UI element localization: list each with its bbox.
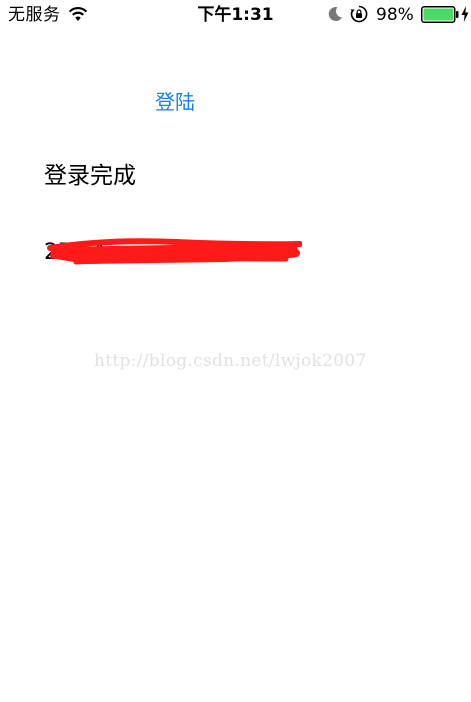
battery-percentage: 98% [376, 5, 414, 25]
rotation-lock-icon [350, 5, 368, 23]
status-bar: 无服务 下午1:31 98% [0, 0, 471, 30]
battery-icon [421, 6, 459, 23]
token-label: 2F 54… [44, 236, 344, 270]
charging-bolt-icon [461, 6, 469, 22]
login-status-message: 登录完成 [44, 163, 136, 189]
login-button[interactable]: 登陆 [140, 86, 210, 118]
moon-icon [328, 6, 342, 21]
redaction-scribble [47, 238, 302, 265]
watermark: http://blog.csdn.net/lwjok2007 [94, 351, 367, 371]
